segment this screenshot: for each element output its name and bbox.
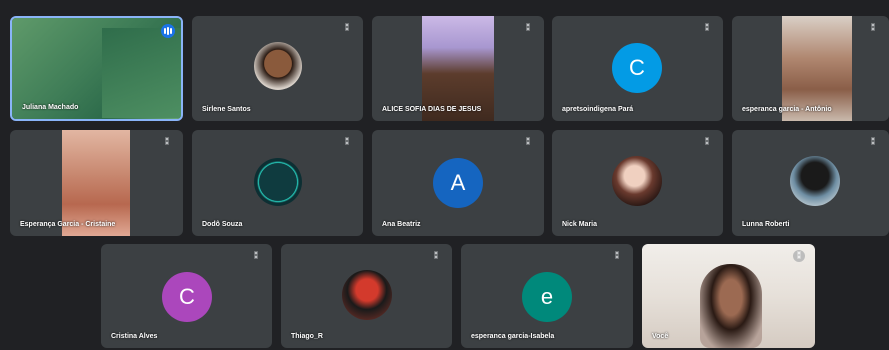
- participant-tile-lunna[interactable]: ⁑ Lunna Roberti: [732, 130, 889, 236]
- avatar: [790, 156, 840, 206]
- mic-off-icon: ⁑: [704, 137, 710, 147]
- mic-off-icon: ⁑: [525, 137, 531, 147]
- avatar: [254, 42, 302, 90]
- participant-tile-apretsoindigena[interactable]: ⁑ C apretsoindigena Pará: [552, 16, 723, 121]
- participant-tile-thiago[interactable]: ⁑ Thiago_R: [281, 244, 452, 348]
- participant-name: Dodô Souza: [202, 221, 243, 228]
- participant-name: apretsoindigena Pará: [562, 106, 634, 113]
- participant-name: Esperança Garcia - Cristaine: [20, 221, 116, 228]
- avatar-letter: A: [433, 158, 483, 208]
- participant-name: esperanca garcia-Isabela: [471, 333, 555, 340]
- participant-name: Thiago_R: [291, 333, 323, 340]
- participant-tile-nick[interactable]: ⁑ Nick Maria: [552, 130, 723, 236]
- participant-name: ALICE SOFIA DIAS DE JESUS: [382, 106, 482, 113]
- mic-off-icon: ⁑: [870, 23, 876, 33]
- participant-name: Lunna Roberti: [742, 221, 790, 228]
- participant-name: Juliana Machado: [22, 104, 79, 111]
- mic-off-icon: ⁑: [253, 251, 259, 261]
- more-options-icon[interactable]: ⁑: [793, 250, 805, 262]
- mic-off-icon: ⁑: [344, 23, 350, 33]
- participant-name: Ana Beatriz: [382, 221, 421, 228]
- audio-level-icon: [161, 24, 175, 38]
- mic-off-icon: ⁑: [164, 137, 170, 147]
- avatar: [612, 156, 662, 206]
- avatar: [342, 270, 392, 320]
- avatar-letter: C: [162, 272, 212, 322]
- meeting-grid: Juliana Machado ⁑ Sirlene Santos ⁑ ALICE…: [0, 0, 889, 350]
- mic-off-icon: ⁑: [704, 23, 710, 33]
- participant-tile-dodo[interactable]: ⁑ Dodô Souza: [192, 130, 363, 236]
- mic-off-icon: ⁑: [614, 251, 620, 261]
- participant-name: esperanca garcia - Antônio: [742, 106, 832, 113]
- participant-tile-ana[interactable]: ⁑ A Ana Beatriz: [372, 130, 544, 236]
- participant-name: Você: [652, 333, 669, 340]
- participant-tile-alice[interactable]: ⁑ ALICE SOFIA DIAS DE JESUS: [372, 16, 544, 121]
- mic-off-icon: ⁑: [433, 251, 439, 261]
- participant-tile-esperanca-antonio[interactable]: ⁑ esperanca garcia - Antônio: [732, 16, 889, 121]
- video-detail: [102, 28, 181, 118]
- participant-name: Sirlene Santos: [202, 106, 251, 113]
- participant-name: Cristina Alves: [111, 333, 158, 340]
- participant-tile-esperanca-isabela[interactable]: ⁑ e esperanca garcia-Isabela: [461, 244, 633, 348]
- participant-tile-esperanca-cristaine[interactable]: ⁑ Esperança Garcia - Cristaine: [10, 130, 183, 236]
- mic-off-icon: ⁑: [525, 23, 531, 33]
- participant-name: Nick Maria: [562, 221, 598, 228]
- avatar: [254, 158, 302, 206]
- participant-tile-self[interactable]: ⁑ Você: [642, 244, 815, 348]
- participant-tile-cristina[interactable]: ⁑ C Cristina Alves: [101, 244, 272, 348]
- self-video-person: [700, 264, 762, 348]
- mic-off-icon: ⁑: [870, 137, 876, 147]
- mic-off-icon: ⁑: [344, 137, 350, 147]
- avatar-letter: e: [522, 272, 572, 322]
- avatar-letter: C: [612, 43, 662, 93]
- participant-tile-juliana[interactable]: Juliana Machado: [10, 16, 183, 121]
- participant-tile-sirlene[interactable]: ⁑ Sirlene Santos: [192, 16, 363, 121]
